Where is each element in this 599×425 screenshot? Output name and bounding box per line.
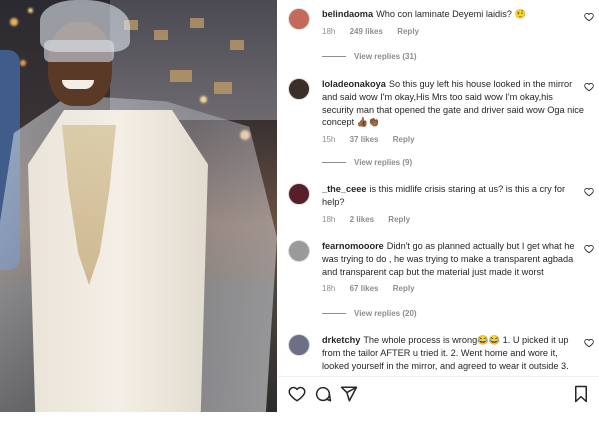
comment-likes[interactable]: 37 likes — [350, 135, 379, 144]
comment-time[interactable]: 18h — [322, 215, 335, 224]
comment-likes[interactable]: 67 likes — [350, 284, 379, 293]
post-actions-bar — [278, 377, 599, 413]
comment-text: belindaoma Who con laminate Deyemi laidis… — [322, 9, 526, 19]
bottom-strip — [0, 412, 599, 425]
reply-button[interactable]: Reply — [388, 215, 410, 224]
view-replies-line — [322, 313, 346, 315]
comment-text: drketchy The whole process is wrong😂😂 1. … — [322, 335, 569, 371]
reply-button[interactable]: Reply — [397, 27, 419, 36]
comment-text: _the_ceee is this midlife crisis staring … — [322, 184, 565, 207]
comment-time[interactable]: 18h — [322, 27, 335, 36]
comment-text: fearnomooore Didn't go as planned actuall… — [322, 241, 575, 277]
avatar[interactable] — [288, 334, 310, 356]
comment-meta: 18h 67 likes Reply — [322, 284, 584, 293]
comment-meta: 18h 2 likes Reply — [322, 215, 584, 224]
comment-username[interactable]: drketchy — [322, 335, 360, 345]
view-replies-line — [322, 162, 346, 164]
view-replies-button[interactable]: View replies (20) — [322, 309, 417, 318]
like-comment-heart-icon[interactable] — [584, 244, 594, 254]
post-photo[interactable] — [0, 0, 277, 412]
like-comment-heart-icon[interactable] — [584, 187, 594, 197]
comment-username[interactable]: _the_ceee — [322, 184, 366, 194]
comment-likes[interactable]: 2 likes — [350, 215, 374, 224]
view-replies-line — [322, 56, 346, 58]
avatar[interactable] — [288, 240, 310, 262]
comment-meta: 18h 249 likes Reply — [322, 27, 584, 36]
comment-icon[interactable] — [314, 385, 332, 403]
like-comment-heart-icon[interactable] — [584, 82, 594, 92]
transparent-cap — [40, 0, 130, 52]
comment-username[interactable]: belindaoma — [322, 9, 373, 19]
comment-text: loladeonakoya So this guy left his house … — [322, 79, 584, 128]
comment-time[interactable]: 18h — [322, 284, 335, 293]
view-replies-button[interactable]: View replies (9) — [322, 158, 412, 167]
avatar[interactable] — [288, 78, 310, 100]
comment-time[interactable]: 15h — [322, 135, 335, 144]
comments-list[interactable]: belindaoma Who con laminate Deyemi laidis… — [278, 0, 599, 376]
man-smile — [62, 80, 94, 89]
reply-button[interactable]: Reply — [393, 284, 415, 293]
like-comment-heart-icon[interactable] — [584, 12, 594, 22]
comment-likes[interactable]: 249 likes — [350, 27, 383, 36]
avatar[interactable] — [288, 183, 310, 205]
bookmark-icon[interactable] — [572, 385, 590, 403]
like-comment-heart-icon[interactable] — [584, 338, 594, 348]
comment-meta: 15h 37 likes Reply — [322, 135, 584, 144]
comment-username[interactable]: loladeonakoya — [322, 79, 386, 89]
avatar[interactable] — [288, 8, 310, 30]
agbada-robe — [28, 110, 208, 412]
comment-username[interactable]: fearnomooore — [322, 241, 384, 251]
reply-button[interactable]: Reply — [393, 135, 415, 144]
view-replies-button[interactable]: View replies (31) — [322, 52, 417, 61]
share-icon[interactable] — [340, 385, 358, 403]
heart-icon[interactable] — [288, 385, 306, 403]
